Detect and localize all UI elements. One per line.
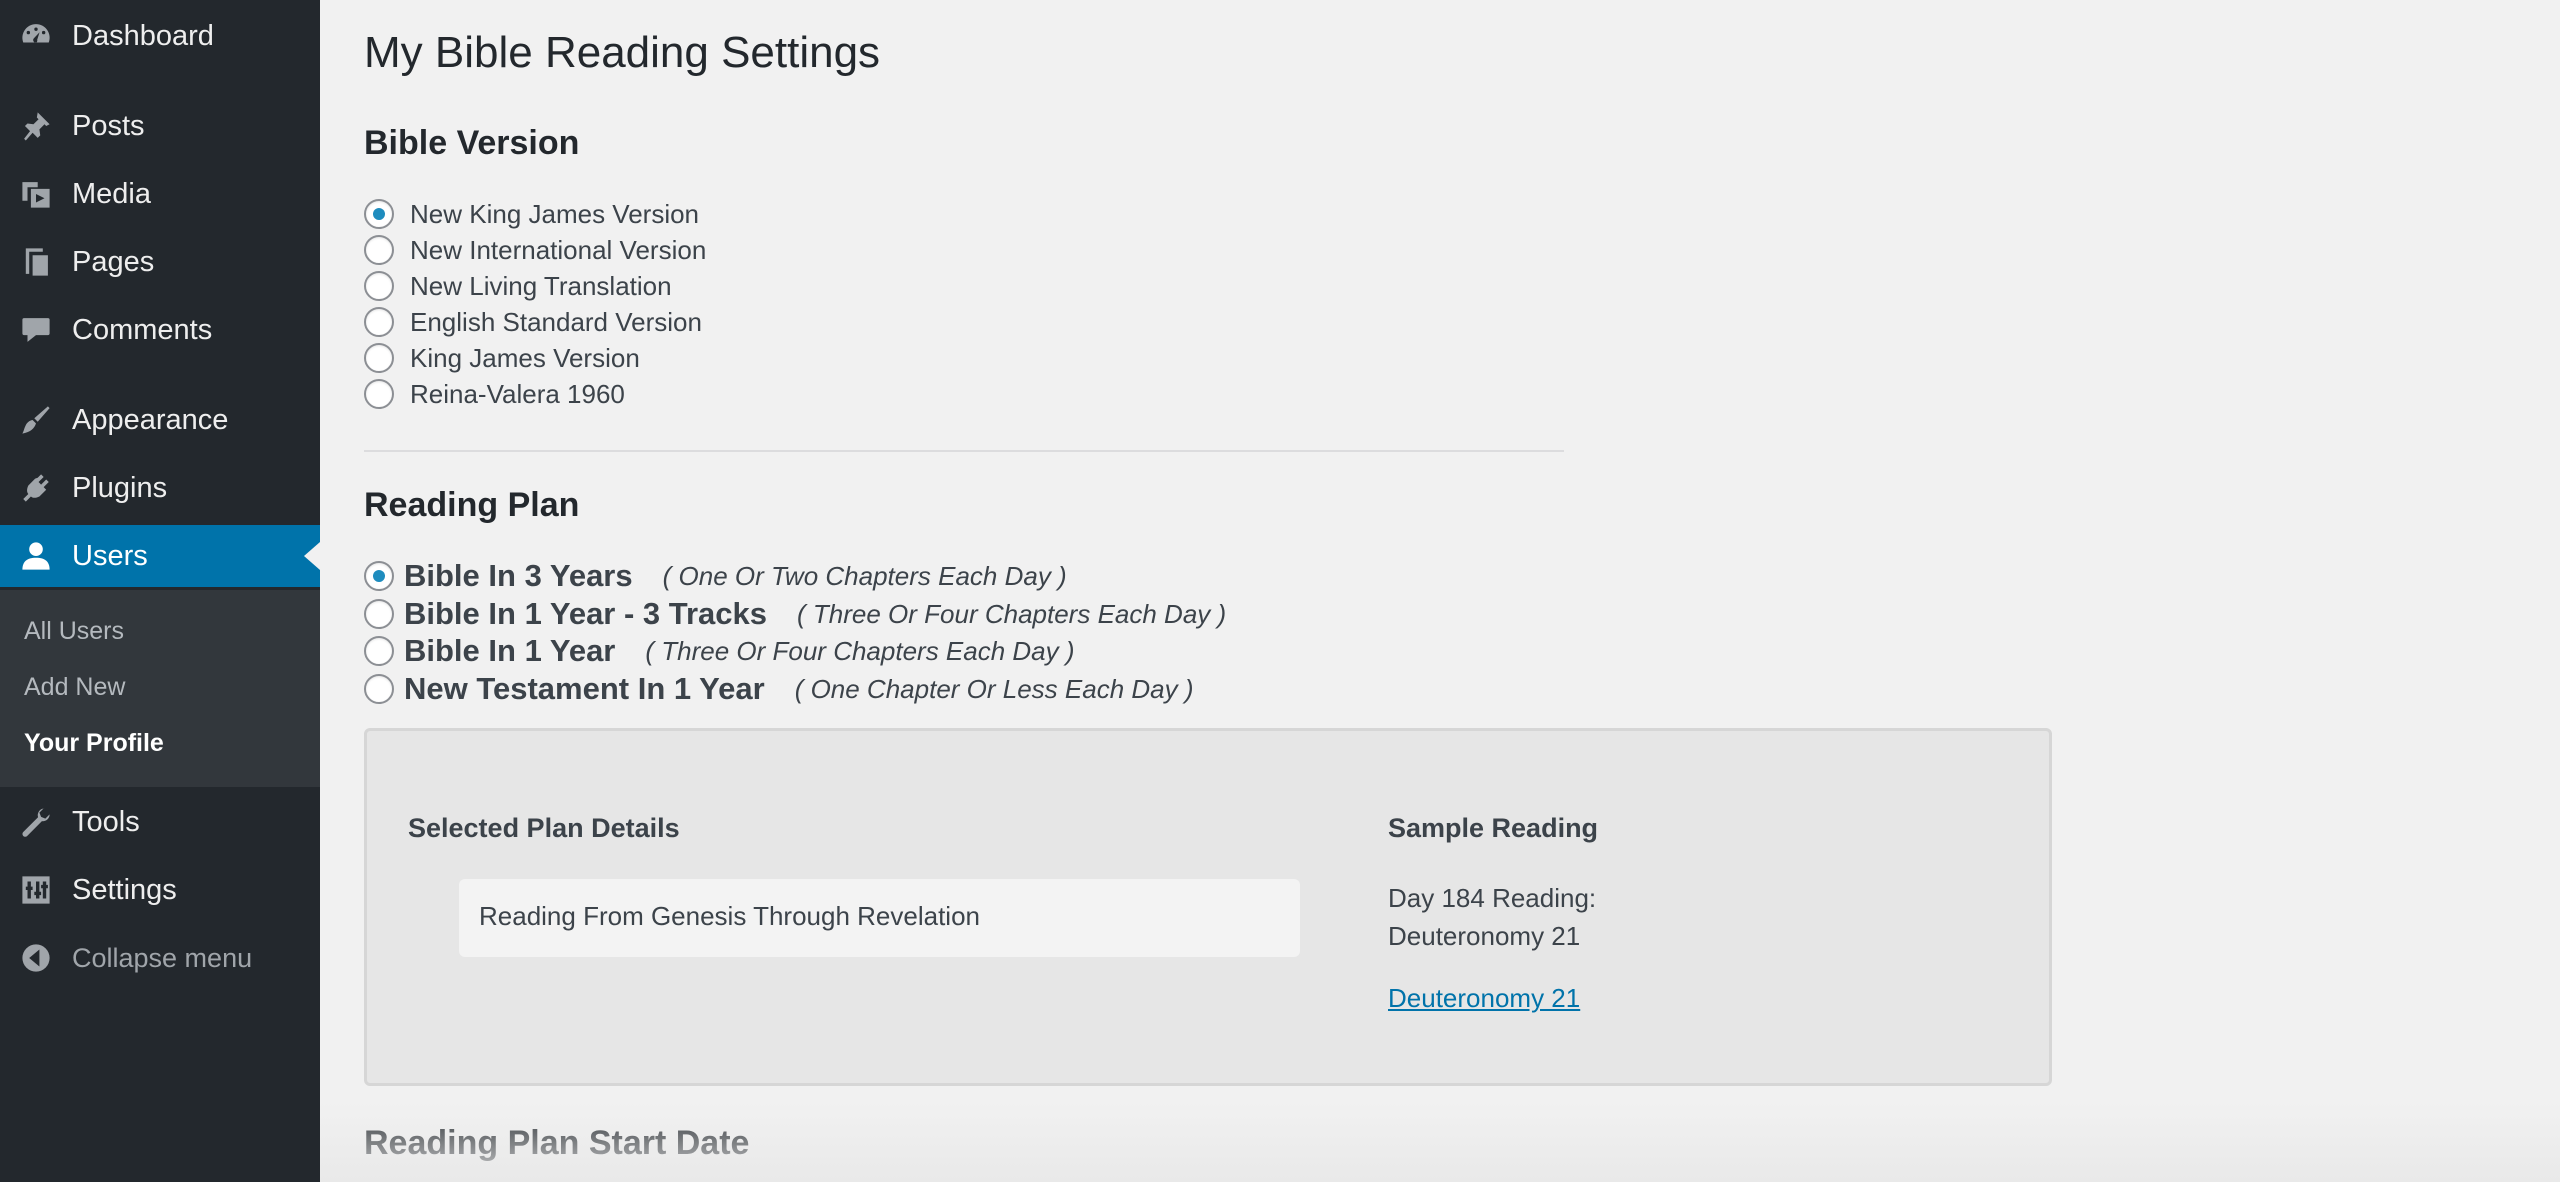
section-divider: [364, 450, 1564, 452]
menu-item-plugins[interactable]: Plugins: [0, 457, 320, 519]
menu-item-dashboard[interactable]: Dashboard: [0, 5, 320, 67]
menu-label: Comments: [72, 313, 213, 346]
users-submenu: All Users Add New Your Profile: [0, 590, 320, 787]
menu-item-media[interactable]: Media: [0, 163, 320, 225]
menu-item-pages[interactable]: Pages: [0, 231, 320, 293]
menu-item-comments[interactable]: Comments: [0, 299, 320, 361]
pages-icon: [18, 244, 54, 280]
version-label: King James Version: [410, 342, 640, 373]
radio-button[interactable]: [364, 199, 394, 229]
version-label: New King James Version: [410, 198, 700, 229]
version-label: New International Version: [410, 234, 707, 265]
plan-details-panel: Selected Plan Details Reading From Genes…: [364, 728, 2052, 1086]
radio-button[interactable]: [364, 235, 394, 265]
version-option-nlt[interactable]: New Living Translation: [364, 269, 672, 303]
version-option-rvr1960[interactable]: Reina-Valera 1960: [364, 377, 625, 411]
page-title: My Bible Reading Settings: [364, 28, 881, 77]
user-icon: [18, 538, 54, 574]
radio-button[interactable]: [364, 271, 394, 301]
bible-version-heading: Bible Version: [364, 124, 580, 162]
menu-item-settings[interactable]: Settings: [0, 859, 320, 921]
plan-option-1-year-3-tracks[interactable]: Bible In 1 Year - 3 Tracks ( Three Or Fo…: [364, 596, 1227, 631]
radio-button[interactable]: [364, 307, 394, 337]
pushpin-icon: [18, 108, 54, 144]
submenu-your-profile[interactable]: Your Profile: [24, 729, 164, 758]
menu-label: Dashboard: [72, 19, 214, 52]
plan-description: ( Three Or Four Chapters Each Day ): [797, 598, 1227, 629]
radio-button[interactable]: [364, 343, 394, 373]
version-option-niv[interactable]: New International Version: [364, 233, 706, 267]
paintbrush-icon: [18, 402, 54, 438]
submenu-add-new[interactable]: Add New: [24, 673, 125, 702]
menu-label: Users: [72, 539, 148, 572]
version-label: New Living Translation: [410, 270, 672, 301]
selected-plan-description: Reading From Genesis Through Revelation: [459, 879, 1300, 957]
menu-item-tools[interactable]: Tools: [0, 791, 320, 853]
plan-label: Bible In 1 Year - 3 Tracks: [404, 596, 768, 631]
menu-label: Plugins: [72, 471, 168, 504]
radio-button[interactable]: [364, 674, 394, 704]
version-option-esv[interactable]: English Standard Version: [364, 305, 702, 339]
radio-button[interactable]: [364, 636, 394, 666]
version-option-nkjv[interactable]: New King James Version: [364, 197, 699, 231]
menu-label: Appearance: [72, 403, 229, 436]
sliders-icon: [18, 872, 54, 908]
sample-reading-link[interactable]: Deuteronomy 21: [1388, 983, 1580, 1014]
reading-plan-heading: Reading Plan: [364, 486, 580, 524]
version-label: Reina-Valera 1960: [410, 378, 625, 409]
collapse-arrow-icon: [18, 940, 54, 976]
radio-button[interactable]: [364, 379, 394, 409]
version-label: English Standard Version: [410, 306, 702, 337]
radio-button[interactable]: [364, 599, 394, 629]
sample-reading-passage: Deuteronomy 21: [1388, 921, 1581, 951]
radio-button[interactable]: [364, 561, 394, 591]
wrench-icon: [18, 804, 54, 840]
menu-item-users[interactable]: Users: [0, 525, 320, 587]
menu-label: Settings: [72, 873, 177, 906]
admin-sidebar: Dashboard Posts Media Pages Comments App…: [0, 0, 320, 1182]
plan-option-new-testament-1-year[interactable]: New Testament In 1 Year ( One Chapter Or…: [364, 671, 1194, 706]
start-date-heading: Reading Plan Start Date: [364, 1124, 750, 1162]
menu-item-appearance[interactable]: Appearance: [0, 389, 320, 451]
plan-description: ( Three Or Four Chapters Each Day ): [645, 635, 1075, 666]
plan-label: Bible In 1 Year: [404, 633, 616, 668]
media-icon: [18, 176, 54, 212]
plan-label: Bible In 3 Years: [404, 558, 633, 593]
plan-description: ( One Or Two Chapters Each Day ): [662, 560, 1067, 591]
plan-option-3-years[interactable]: Bible In 3 Years ( One Or Two Chapters E…: [364, 558, 1067, 593]
menu-item-posts[interactable]: Posts: [0, 95, 320, 157]
plan-label: New Testament In 1 Year: [404, 671, 765, 706]
menu-label: Media: [72, 177, 151, 210]
selected-plan-details-heading: Selected Plan Details: [408, 813, 680, 843]
sample-reading-day: Day 184 Reading:: [1388, 883, 1597, 913]
submenu-all-users[interactable]: All Users: [24, 617, 124, 646]
comment-icon: [18, 312, 54, 348]
plan-option-1-year[interactable]: Bible In 1 Year ( Three Or Four Chapters…: [364, 633, 1075, 668]
sample-reading-heading: Sample Reading: [1388, 813, 1599, 843]
menu-label: Tools: [72, 805, 140, 838]
menu-label: Pages: [72, 245, 155, 278]
dashboard-icon: [18, 18, 54, 54]
main-content: My Bible Reading Settings Bible Version …: [364, 0, 2560, 1182]
menu-label: Collapse menu: [72, 942, 253, 973]
version-option-kjv[interactable]: King James Version: [364, 341, 640, 375]
plan-description: ( One Chapter Or Less Each Day ): [794, 673, 1194, 704]
collapse-menu-button[interactable]: Collapse menu: [0, 927, 320, 989]
menu-label: Posts: [72, 109, 145, 142]
plug-icon: [18, 470, 54, 506]
